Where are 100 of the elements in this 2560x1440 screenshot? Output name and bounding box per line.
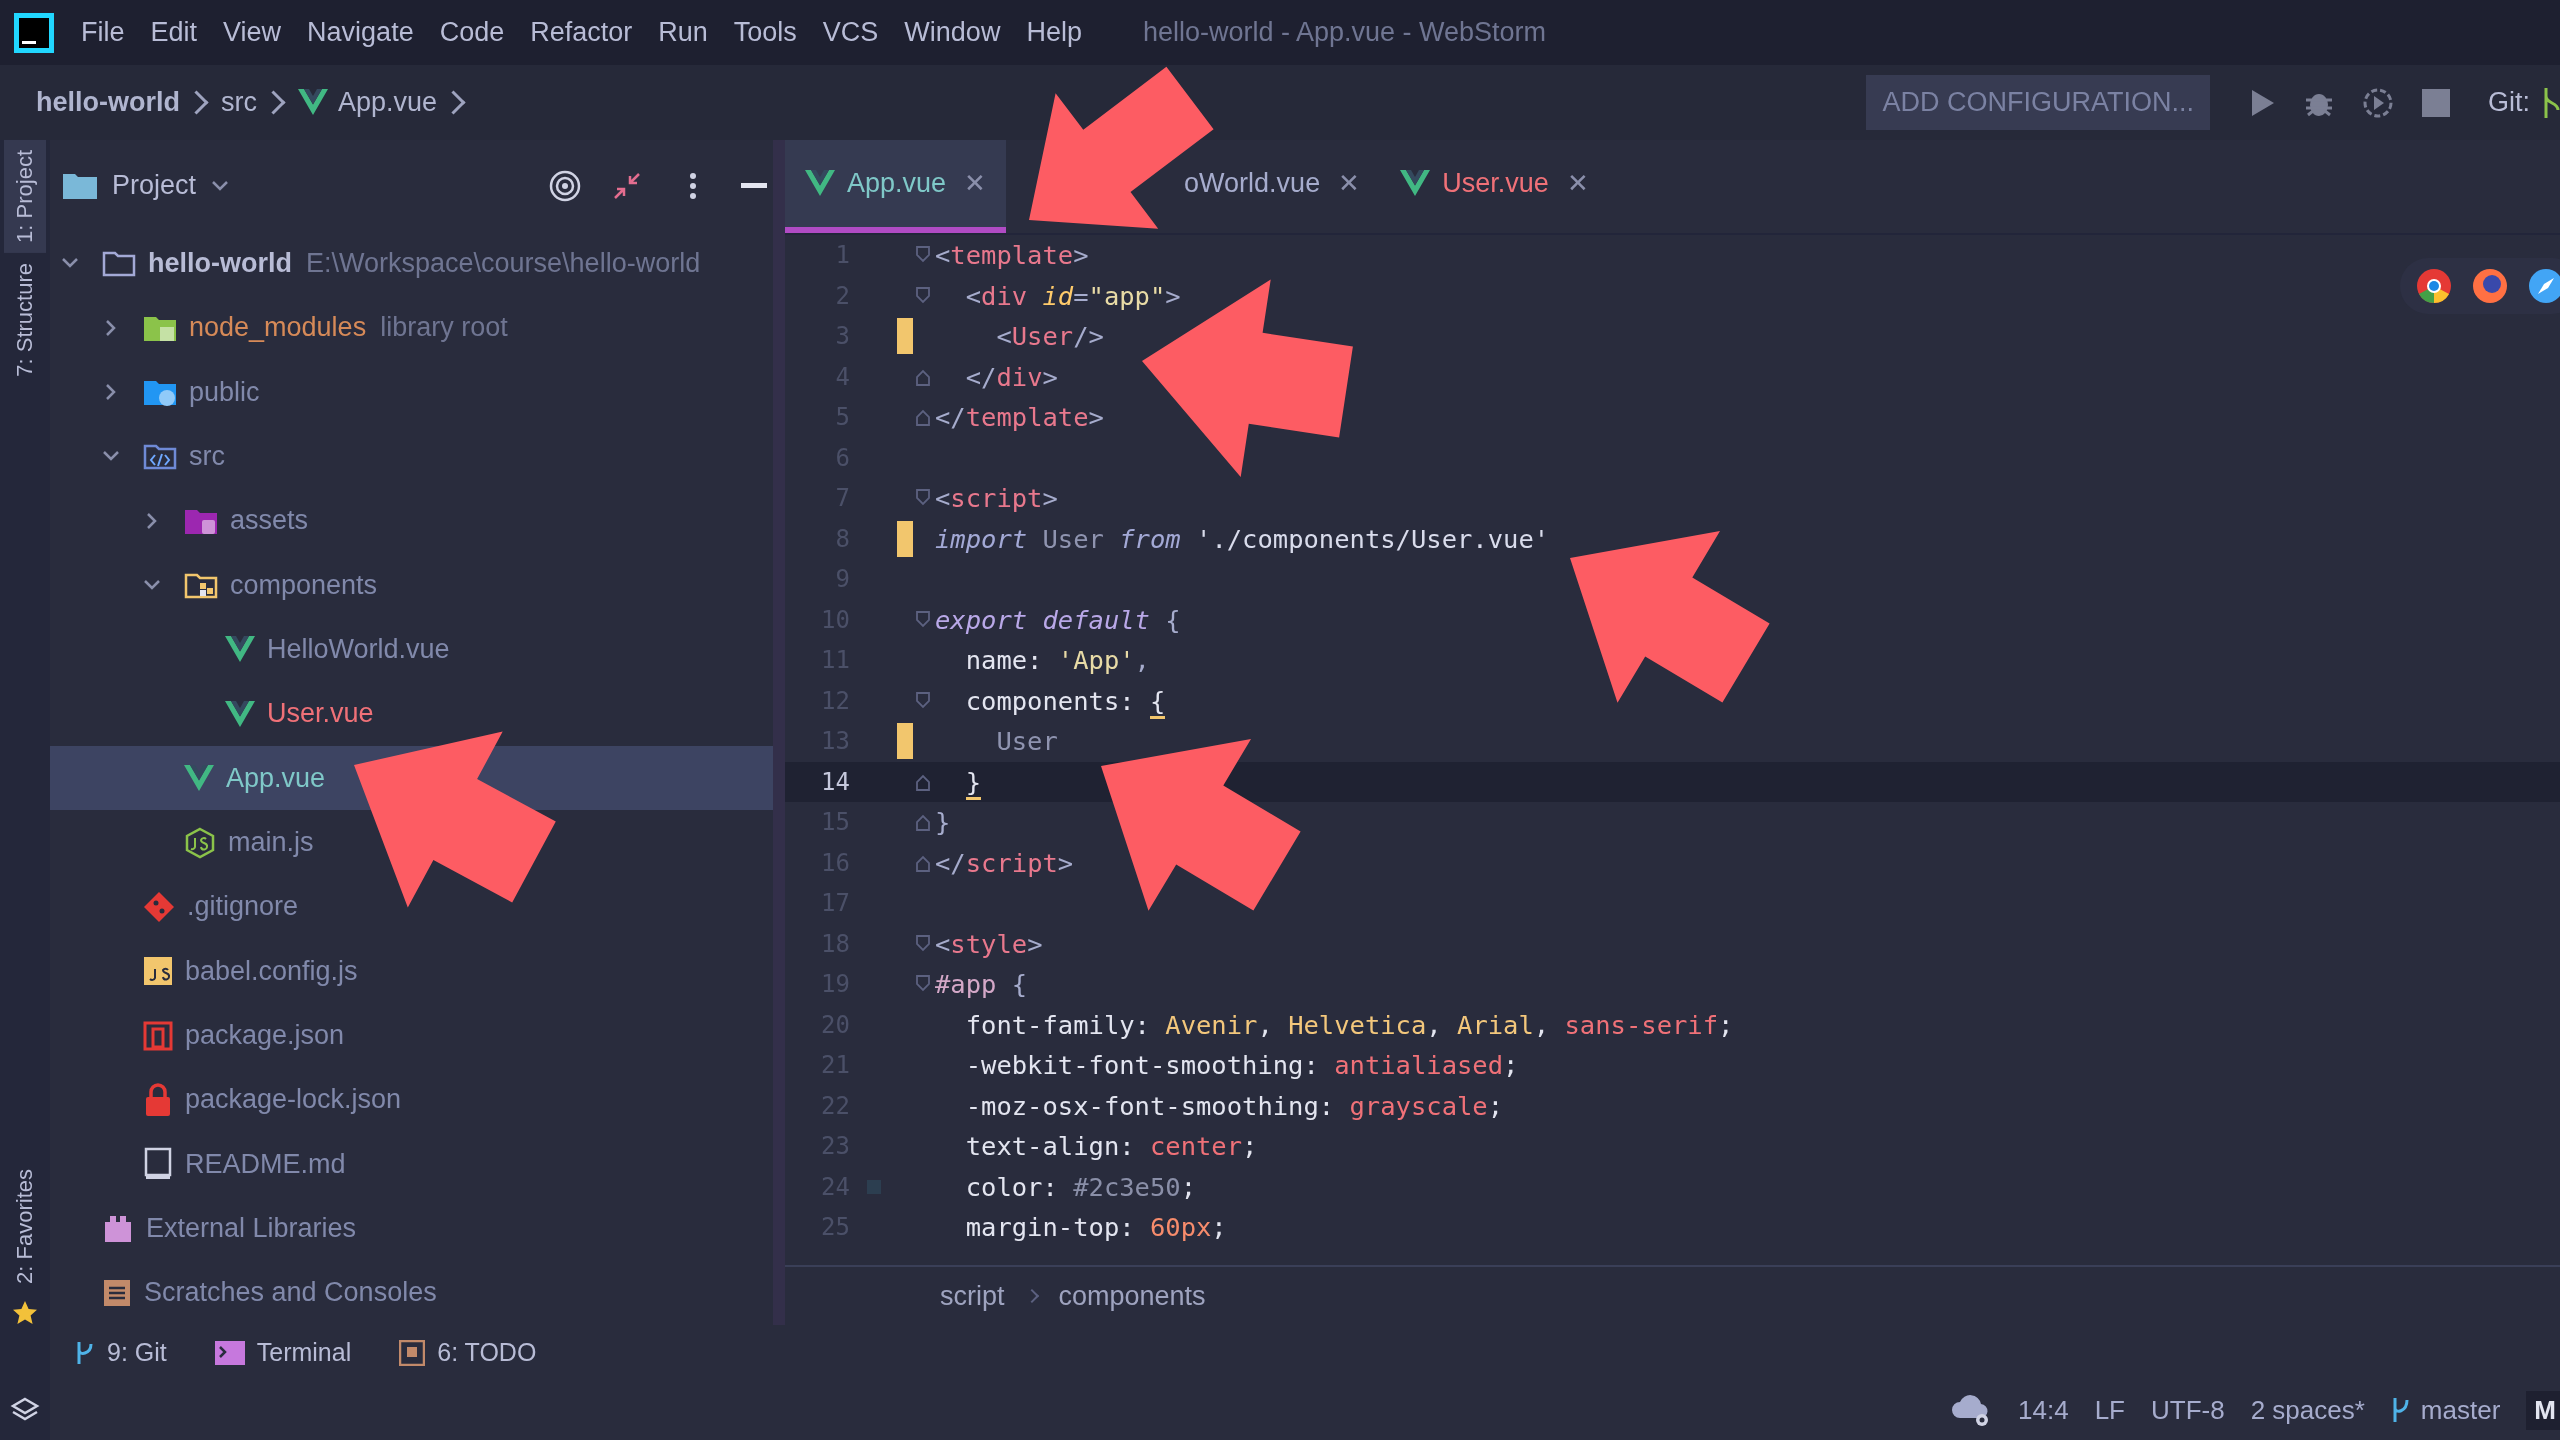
fold-marker-icon[interactable] [915,407,931,428]
side-tab[interactable]: 2: Favorites [4,1159,46,1294]
branch-icon[interactable] [2542,85,2560,120]
code-line: #app { [935,969,1028,1000]
side-tab[interactable]: 1: Project [4,140,46,253]
vue-logo-icon [184,765,214,792]
menu-item[interactable]: Help [1013,17,1095,48]
menu-item[interactable]: Edit [137,17,211,48]
tree-row[interactable]: README.md [50,1132,773,1197]
status-item[interactable]: 14:4 [2018,1394,2069,1426]
breadcrumb[interactable]: App.vue [298,87,438,118]
tree-item-note: E:\Workspace\course\hello-world [306,247,701,279]
tree-row[interactable]: src [50,424,773,489]
code-line: </template> [935,402,1104,433]
fold-marker-icon[interactable] [915,609,931,630]
lock-icon [143,1082,173,1117]
tree-row[interactable]: babel.config.js [50,939,773,1004]
code-line: <div id="app"> [964,280,1181,311]
breadcrumb[interactable]: src [221,87,257,118]
close-icon[interactable]: ✕ [1566,168,1589,199]
menu-item[interactable]: View [210,17,295,48]
breadcrumb[interactable]: hello-world [36,87,180,118]
terminal-icon [214,1340,245,1365]
tree-row[interactable]: hello-world E:\Workspace\course\hello-world [50,231,773,296]
tree-row[interactable]: .gitignore [50,874,773,939]
star-icon[interactable] [12,1300,38,1326]
vue-logo-icon [225,700,255,727]
minimize-icon[interactable] [741,182,767,189]
menu-item[interactable]: Code [426,17,518,48]
library-icon [102,1213,134,1244]
code-line: name: 'App', [964,645,1150,676]
tree-row[interactable]: User.vue [50,681,773,746]
status-item[interactable]: LF [2094,1394,2125,1426]
tree-item-label: Scratches and Consoles [144,1277,437,1309]
vue-logo-icon [805,170,835,197]
branch-widget[interactable]: master [2390,1394,2501,1426]
browser-icon[interactable] [2528,268,2560,304]
fold-marker-icon[interactable] [915,285,931,306]
menu-item[interactable]: File [68,17,138,48]
app-logo-icon[interactable] [14,12,54,53]
editor-tab[interactable]: oWorld.vue ✕ [1178,140,1381,233]
tree-row[interactable]: External Libraries [50,1196,773,1261]
tree-item-label: assets [230,505,309,537]
close-icon[interactable]: ✕ [964,168,987,199]
collapse-icon[interactable] [613,171,641,200]
code-breadcrumb[interactable]: script [940,1280,1005,1312]
target-icon[interactable] [549,169,581,202]
tool-window-tab[interactable]: 9: Git [75,1338,167,1367]
status-item[interactable]: UTF-8 [2151,1394,2225,1426]
tree-row[interactable]: package.json [50,1003,773,1068]
js-file-icon [143,956,173,987]
menu-item[interactable]: VCS [809,17,892,48]
book-icon [143,1147,173,1182]
tree-row[interactable]: HelloWorld.vue [50,617,773,682]
run-icon[interactable] [2250,87,2276,118]
tree-row[interactable]: public [50,359,773,425]
more-icon[interactable] [689,171,697,200]
close-icon[interactable]: ✕ [1338,168,1361,199]
coverage-icon[interactable] [2362,86,2394,119]
tree-row[interactable]: main.js [50,810,773,875]
tree-item-label: README.md [185,1148,346,1180]
menu-item[interactable]: Refactor [517,17,646,48]
browser-icon[interactable] [2416,268,2452,304]
list-icon [102,1277,132,1308]
fold-marker-icon[interactable] [915,690,931,711]
tool-window-tab[interactable]: Terminal [214,1338,352,1367]
code-line: <template> [935,240,1089,271]
editor-tab[interactable]: App.vue ✕ [785,140,1007,233]
tree-item-label: External Libraries [146,1213,357,1245]
code-breadcrumb[interactable]: components [1058,1280,1206,1312]
tree-item-label: main.js [228,827,314,858]
tree-item-label: public [189,376,260,408]
tree-item-label: src [189,440,225,472]
code-line: color: #2c3e50; [964,1171,1196,1202]
editor-tab[interactable]: User.vue ✕ [1380,140,1609,233]
code-line: components: { [935,685,1166,716]
package-icon [143,1020,173,1051]
tool-window-tab[interactable]: 6: TODO [399,1338,537,1367]
menu-item[interactable]: Tools [720,17,810,48]
menu-item[interactable]: Window [891,17,1014,48]
tree-row[interactable]: assets [50,488,773,553]
panel-title[interactable]: Project [112,170,197,202]
status-badge[interactable]: M [2526,1390,2560,1430]
status-item[interactable]: 2 spaces* [2250,1394,2365,1426]
line-number: 14 [820,767,850,796]
tree-row[interactable]: components [50,552,773,618]
tree-row[interactable]: node_modules library root [50,295,773,360]
menu-item[interactable]: Run [645,17,721,48]
tree-item-note: library root [380,312,508,344]
vue-logo-icon [1400,170,1431,197]
fold-marker-icon[interactable] [915,933,931,954]
tree-item-label: User.vue [267,698,374,730]
tree-item-label: node_modules [189,312,367,344]
menu-item[interactable]: Navigate [294,17,427,48]
code-line: text-align: center; [964,1131,1258,1162]
tree-row[interactable]: package-lock.json [50,1067,773,1133]
tree-row[interactable]: Scratches and Consoles [50,1260,773,1326]
stop-icon[interactable] [2422,88,2450,117]
side-tab[interactable]: 7: Structure [4,252,46,387]
fold-marker-icon[interactable] [915,812,931,833]
